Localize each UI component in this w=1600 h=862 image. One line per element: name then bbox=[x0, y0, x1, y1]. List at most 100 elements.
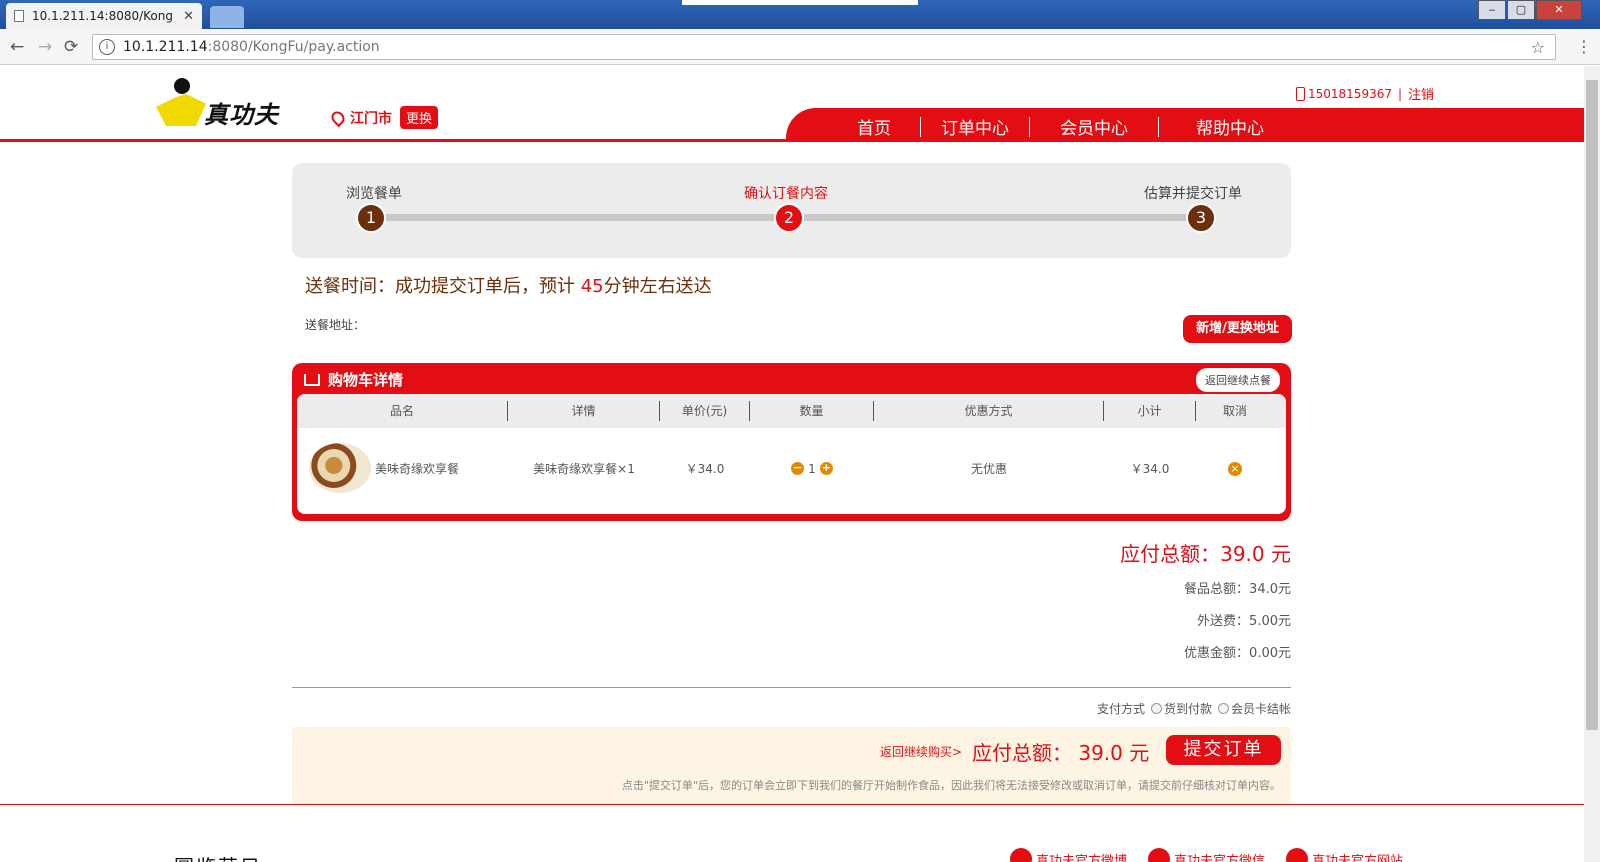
cart-header-row: 品名 详情 单价(元) 数量 优惠方式 小计 取消 bbox=[297, 394, 1286, 428]
member-card-radio[interactable] bbox=[1217, 703, 1229, 714]
nav-orders[interactable]: 订单中心 bbox=[921, 114, 1029, 139]
cart-title: 购物车详情 bbox=[304, 369, 403, 390]
col-discount: 优惠方式 bbox=[874, 401, 1104, 421]
user-info: 15018159367 | 注销 bbox=[1296, 84, 1434, 103]
food-image bbox=[309, 443, 371, 493]
logout-link[interactable]: 注销 bbox=[1408, 84, 1434, 103]
website-link[interactable]: 真功夫官方网站 bbox=[1286, 848, 1403, 862]
col-qty: 数量 bbox=[750, 401, 874, 421]
nav-member[interactable]: 会员中心 bbox=[1030, 114, 1158, 139]
city-selector: 江门市 更换 bbox=[328, 106, 439, 129]
submit-notice: 点击"提交订单"后，您的订单会立即下到我们的餐厅开始制作食品，因此我们将无法接受… bbox=[621, 779, 1281, 792]
weibo-link[interactable]: 真功夫官方微博 bbox=[1010, 848, 1127, 862]
url-path: :8080/KongFu/pay.action bbox=[207, 39, 380, 55]
discount-amount: 优惠金额：0.00元 bbox=[1184, 646, 1291, 661]
city-name: 江门市 bbox=[350, 110, 392, 127]
delivery-time: 送餐时间：成功提交订单后，预计 45分钟左右送达 bbox=[305, 272, 712, 298]
footer: 圆览营目 真功夫官方微博 真功夫官方微信 真功夫官方网站 bbox=[0, 848, 1584, 862]
delivery-suffix: 分钟左右送达 bbox=[603, 276, 712, 297]
cod-radio[interactable] bbox=[1150, 703, 1162, 714]
location-pin-icon bbox=[328, 108, 348, 127]
cart-table: 品名 详情 单价(元) 数量 优惠方式 小计 取消 美味奇缘欢享餐 美味奇缘欢享… bbox=[297, 394, 1286, 514]
payable-total: 应付总额：39.0 元 bbox=[1120, 542, 1291, 566]
minimize-button[interactable]: ‒ bbox=[1478, 0, 1506, 20]
back-icon[interactable]: ← bbox=[10, 37, 24, 57]
wechat-link[interactable]: 真功夫官方微信 bbox=[1148, 848, 1265, 862]
payment-cod[interactable]: 货到付款 bbox=[1150, 700, 1212, 717]
decrease-qty-button[interactable]: − bbox=[791, 462, 805, 476]
payment-method: 支付方式 货到付款 会员卡结帐 bbox=[1097, 700, 1291, 717]
continue-shopping-link[interactable]: 返回继续购买> bbox=[880, 743, 962, 760]
wechat-icon bbox=[1148, 848, 1170, 862]
continue-ordering-button[interactable]: 返回继续点餐 bbox=[1196, 368, 1280, 392]
member-card-label: 会员卡结帐 bbox=[1230, 702, 1291, 716]
nav-home[interactable]: 首页 bbox=[832, 114, 916, 139]
item-name: 美味奇缘欢享餐 bbox=[375, 461, 460, 476]
page-scrollbar[interactable] bbox=[1584, 66, 1600, 862]
footer-qr-text: 圆览营目 bbox=[174, 851, 262, 862]
forward-icon[interactable]: → bbox=[38, 37, 52, 57]
submit-order-button[interactable]: 提交订单 bbox=[1166, 735, 1281, 765]
payment-member-card[interactable]: 会员卡结帐 bbox=[1217, 700, 1291, 717]
browser-tab[interactable]: 10.1.211.14:8080/Kong ✕ bbox=[6, 3, 202, 29]
window-controls: ‒ ▢ ✕ bbox=[1477, 0, 1582, 20]
address-bar: ← → ⟳ i 10.1.211.14:8080/KongFu/pay.acti… bbox=[0, 29, 1600, 65]
info-icon[interactable]: i bbox=[99, 39, 115, 55]
browser-menu-icon[interactable]: ⋮ bbox=[1576, 37, 1592, 56]
nav-help[interactable]: 帮助中心 bbox=[1159, 114, 1301, 139]
nav-underline bbox=[0, 139, 1584, 142]
address-label: 送餐地址： bbox=[305, 318, 366, 332]
payment-label: 支付方式 bbox=[1096, 702, 1145, 716]
browser-tab-strip: 10.1.211.14:8080/Kong ✕ ‒ ▢ ✕ bbox=[0, 0, 1600, 29]
page-icon bbox=[14, 10, 24, 22]
kungfu-figure-icon bbox=[148, 78, 210, 130]
new-tab-button[interactable] bbox=[210, 6, 244, 28]
url-field[interactable]: i 10.1.211.14:8080/KongFu/pay.action ☆ bbox=[92, 34, 1556, 60]
step-2-label: 确认订餐内容 bbox=[744, 186, 828, 202]
separator: | bbox=[1397, 86, 1403, 101]
close-tab-icon[interactable]: ✕ bbox=[183, 9, 194, 24]
item-cell: 美味奇缘欢享餐 bbox=[297, 443, 508, 493]
step-3-label: 估算并提交订单 bbox=[1144, 186, 1242, 202]
col-price: 单价(元) bbox=[660, 401, 750, 421]
cart-row: 美味奇缘欢享餐 美味奇缘欢享餐×1 ￥34.0 − 1 + 无优惠 ￥34.0 … bbox=[297, 428, 1286, 508]
increase-qty-button[interactable]: + bbox=[819, 462, 833, 476]
qty-value: 1 bbox=[808, 461, 816, 476]
maximize-button[interactable]: ▢ bbox=[1507, 0, 1535, 20]
phone-icon bbox=[1296, 86, 1305, 101]
col-name: 品名 bbox=[297, 401, 508, 421]
logo-text: 真功夫 bbox=[204, 100, 279, 129]
brand-logo[interactable]: 真功夫 bbox=[148, 78, 279, 130]
weibo-icon bbox=[1010, 848, 1032, 862]
change-address-button[interactable]: 新增/更换地址 bbox=[1183, 315, 1292, 343]
change-city-button[interactable]: 更换 bbox=[400, 106, 439, 129]
site-header: 真功夫 江门市 更换 15018159367 | 注销 首页 订单中心 会员中心… bbox=[0, 66, 1584, 142]
submit-payable-total: 应付总额： 39.0 元 bbox=[972, 741, 1150, 765]
wechat-label: 真功夫官方微信 bbox=[1174, 853, 1266, 862]
item-subtotal: ￥34.0 bbox=[1130, 461, 1170, 476]
scroll-thumb[interactable] bbox=[1586, 80, 1598, 730]
website-label: 真功夫官方网站 bbox=[1312, 853, 1404, 862]
quantity-stepper: − 1 + bbox=[791, 462, 833, 476]
submit-bar: 返回继续购买> 应付总额： 39.0 元 提交订单 点击"提交订单"后，您的订单… bbox=[292, 727, 1291, 804]
delivery-fee: 外送费：5.00元 bbox=[1197, 614, 1291, 629]
step-3-dot: 3 bbox=[1186, 203, 1216, 233]
popup-edge bbox=[682, 0, 918, 5]
cart-panel: 购物车详情 返回继续点餐 品名 详情 单价(元) 数量 优惠方式 小计 取消 美… bbox=[292, 363, 1291, 521]
remove-item-icon[interactable]: × bbox=[1228, 461, 1242, 476]
weibo-label: 真功夫官方微博 bbox=[1036, 853, 1128, 862]
bookmark-star-icon[interactable]: ☆ bbox=[1531, 38, 1545, 57]
item-detail: 美味奇缘欢享餐×1 bbox=[533, 461, 635, 476]
divider-line bbox=[292, 687, 1291, 688]
delivery-minutes: 45 bbox=[580, 276, 604, 297]
reload-icon[interactable]: ⟳ bbox=[64, 37, 78, 57]
qty-cell: − 1 + bbox=[750, 460, 874, 476]
col-detail: 详情 bbox=[508, 401, 660, 421]
item-discount: 无优惠 bbox=[970, 461, 1007, 476]
main-nav: 首页 订单中心 会员中心 帮助中心 bbox=[832, 114, 1301, 139]
col-subtotal: 小计 bbox=[1104, 401, 1196, 421]
close-window-button[interactable]: ✕ bbox=[1536, 0, 1582, 20]
user-phone: 15018159367 bbox=[1308, 86, 1392, 101]
col-cancel: 取消 bbox=[1222, 404, 1247, 418]
cod-label: 货到付款 bbox=[1163, 702, 1212, 716]
